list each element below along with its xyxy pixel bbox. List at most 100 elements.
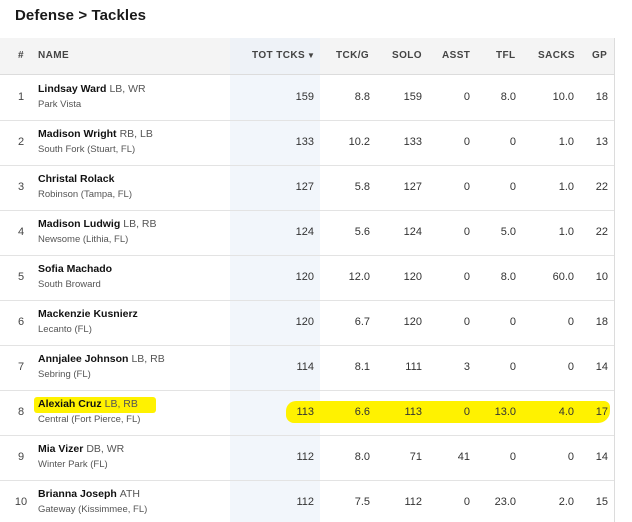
- solo-cell: 120: [403, 271, 422, 283]
- tck-per-game-cell: 12.0: [348, 271, 370, 283]
- sacks-cell: 0: [567, 451, 574, 463]
- player-position: RB, LB: [119, 128, 153, 140]
- asst-cell: 3: [463, 361, 470, 373]
- rank-cell: 7: [17, 361, 25, 373]
- player-position: ATH: [119, 488, 141, 500]
- sacks-cell: 1.0: [558, 226, 574, 238]
- table-row[interactable]: 7 Annjalee Johnson LB, RB Sebring (FL) 114 8.…: [0, 345, 614, 391]
- table-row[interactable]: 2 Madison Wright RB, LB South Fork (Stuart,…: [0, 120, 614, 166]
- table-row[interactable]: 10 Brianna Joseph ATH Gateway (Kissimmee, F…: [0, 480, 614, 522]
- player-name-link[interactable]: Mackenzie Kusnierz: [38, 308, 141, 320]
- tck-per-game-cell: 8.8: [354, 91, 370, 103]
- tfl-cell: 0: [509, 451, 516, 463]
- tck-per-game-cell: 8.0: [354, 451, 370, 463]
- solo-cell: 71: [409, 451, 422, 463]
- gp-cell: 18: [595, 316, 608, 328]
- gp-cell: 15: [595, 496, 608, 508]
- gp-cell: 22: [595, 181, 608, 193]
- header-tot-tcks[interactable]: TOT TCKS ▼: [252, 50, 315, 61]
- solo-cell: 124: [403, 226, 422, 238]
- player-school: Winter Park (FL): [38, 459, 108, 470]
- sacks-cell: 4.0: [558, 406, 574, 418]
- player-school: Robinson (Tampa, FL): [38, 189, 132, 200]
- tck-per-game-cell: 5.8: [354, 181, 370, 193]
- table-row[interactable]: 9 Mia Vizer DB, WR Winter Park (FL) 112 8.0 71…: [0, 435, 614, 481]
- player-name-link[interactable]: Lindsay Ward LB, WR: [38, 83, 146, 95]
- tot-tcks-cell: 113: [296, 406, 314, 418]
- gp-cell: 14: [595, 451, 608, 463]
- asst-cell: 0: [463, 406, 470, 418]
- player-name-link[interactable]: Mia Vizer DB, WR: [38, 443, 124, 455]
- player-position: LB, RB: [104, 398, 138, 410]
- player-name: Sofia Machado: [38, 263, 113, 275]
- player-name: Mackenzie Kusnierz: [38, 308, 138, 320]
- player-position: LB, RB: [131, 353, 165, 365]
- player-name-link[interactable]: Annjalee Johnson LB, RB: [38, 353, 165, 365]
- tck-per-game-cell: 6.6: [354, 406, 370, 418]
- header-asst[interactable]: ASST: [442, 50, 470, 61]
- player-name: Madison Ludwig: [38, 218, 121, 230]
- header-tfl[interactable]: TFL: [496, 50, 516, 61]
- player-name: Lindsay Ward: [38, 83, 107, 95]
- stats-table: # NAME TOT TCKS ▼ TCK/G SOLO ASST TFL SAC…: [0, 38, 615, 522]
- asst-cell: 0: [463, 316, 470, 328]
- sacks-cell: 10.0: [552, 91, 574, 103]
- rank-cell: 6: [17, 316, 25, 328]
- player-name-link[interactable]: Alexiah Cruz LB, RB: [38, 398, 138, 410]
- page-title: Defense > Tackles: [15, 7, 147, 24]
- tfl-cell: 8.0: [500, 91, 516, 103]
- table-row[interactable]: 8 Alexiah Cruz LB, RB Central (Fort Pierce,…: [0, 390, 614, 436]
- asst-cell: 0: [463, 226, 470, 238]
- asst-cell: 0: [463, 271, 470, 283]
- rank-cell: 2: [17, 136, 25, 148]
- tot-tcks-cell: 159: [295, 91, 314, 103]
- header-solo[interactable]: SOLO: [392, 50, 422, 61]
- asst-cell: 41: [457, 451, 470, 463]
- tfl-cell: 0: [509, 136, 516, 148]
- rank-cell: 10: [14, 496, 28, 508]
- tck-per-game-cell: 7.5: [354, 496, 370, 508]
- tfl-cell: 13.0: [494, 406, 516, 418]
- player-position: DB, WR: [86, 443, 125, 455]
- header-gp[interactable]: GP: [592, 50, 607, 61]
- gp-cell: 14: [595, 361, 608, 373]
- player-school: South Fork (Stuart, FL): [38, 144, 136, 155]
- table-row[interactable]: 1 Lindsay Ward LB, WR Park Vista 159 8.8 159 0 8…: [0, 75, 614, 121]
- player-name-link[interactable]: Madison Ludwig LB, RB: [38, 218, 157, 230]
- tfl-cell: 23.0: [494, 496, 516, 508]
- table-row[interactable]: 5 Sofia Machado South Broward 120 12.0 120 0 8.…: [0, 255, 614, 301]
- tot-tcks-cell: 120: [295, 316, 314, 328]
- player-name-link[interactable]: Brianna Joseph ATH: [38, 488, 140, 500]
- table-row[interactable]: 3 Christal Rolack Robinson (Tampa, FL) 127 5…: [0, 165, 614, 211]
- tfl-cell: 0: [509, 316, 516, 328]
- player-school: Central (Fort Pierce, FL): [38, 414, 141, 425]
- player-name-link[interactable]: Sofia Machado: [38, 263, 115, 275]
- header-sacks[interactable]: SACKS: [538, 50, 575, 61]
- solo-cell: 111: [405, 361, 422, 373]
- table-row[interactable]: 4 Madison Ludwig LB, RB Newsome (Lithia, FL…: [0, 210, 614, 256]
- solo-cell: 159: [403, 91, 422, 103]
- sacks-cell: 0: [567, 361, 574, 373]
- solo-cell: 133: [403, 136, 422, 148]
- player-school: Gateway (Kissimmee, FL): [38, 504, 148, 515]
- header-tck-per-game[interactable]: TCK/G: [336, 50, 369, 61]
- sacks-cell: 60.0: [552, 271, 574, 283]
- table-row[interactable]: 6 Mackenzie Kusnierz Lecanto (FL) 120 6.7 120…: [0, 300, 614, 346]
- player-school: Lecanto (FL): [38, 324, 92, 335]
- gp-cell: 22: [595, 226, 608, 238]
- player-name-link[interactable]: Madison Wright RB, LB: [38, 128, 153, 140]
- tfl-cell: 5.0: [500, 226, 516, 238]
- gp-cell: 10: [595, 271, 608, 283]
- player-school: South Broward: [38, 279, 101, 290]
- tot-tcks-cell: 133: [295, 136, 314, 148]
- player-name: Annjalee Johnson: [38, 353, 129, 365]
- sacks-cell: 1.0: [558, 181, 574, 193]
- gp-cell: 13: [595, 136, 608, 148]
- player-name-link[interactable]: Christal Rolack: [38, 173, 117, 185]
- solo-cell: 112: [404, 496, 422, 508]
- tfl-cell: 0: [509, 181, 516, 193]
- header-name[interactable]: NAME: [38, 50, 69, 61]
- gp-cell: 17: [595, 406, 608, 418]
- rank-cell: 3: [17, 181, 25, 193]
- tot-tcks-cell: 124: [295, 226, 314, 238]
